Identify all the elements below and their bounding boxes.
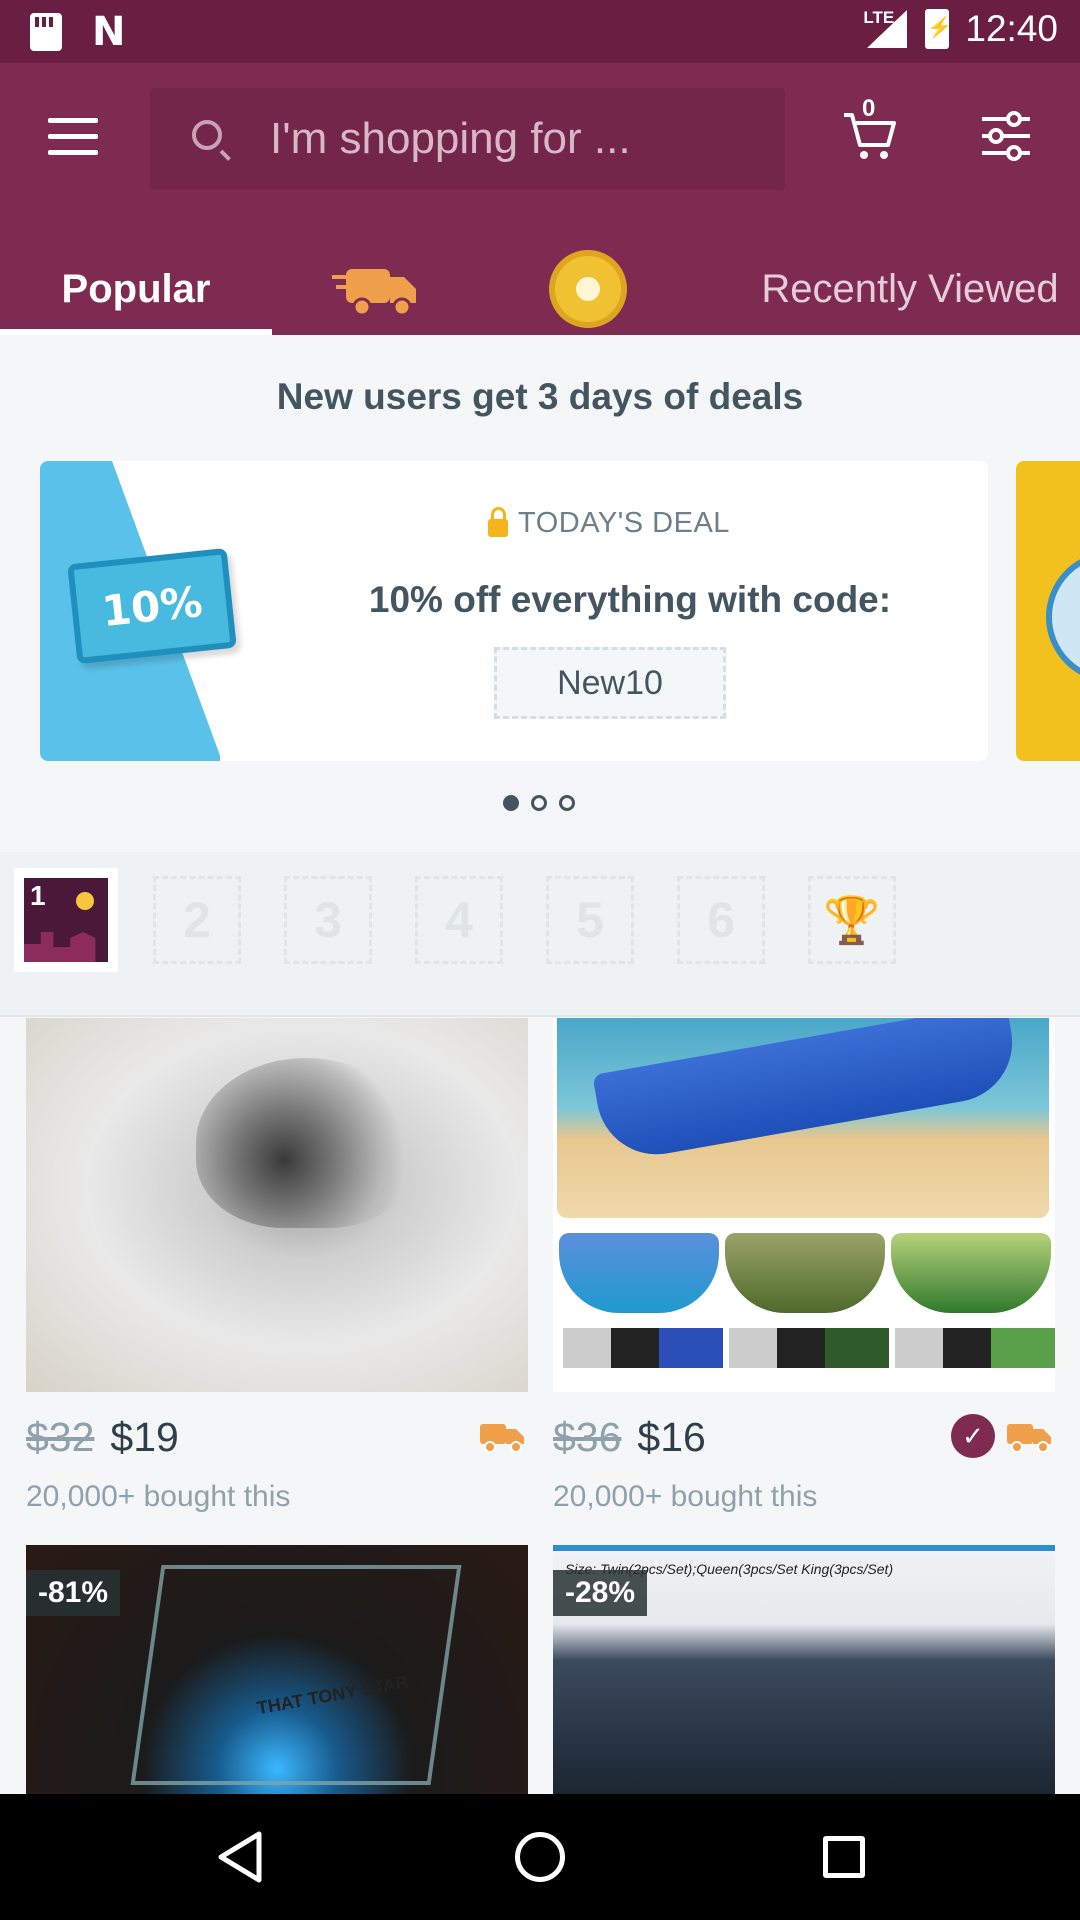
- streak-day: 3: [284, 876, 372, 964]
- product-card[interactable]: THAT TONY STAR -81%: [26, 1545, 528, 1794]
- search-icon: [192, 120, 222, 150]
- streak-day: 2: [153, 876, 241, 964]
- sd-card-icon: [30, 13, 62, 51]
- next-deal-card[interactable]: [1016, 461, 1080, 761]
- product-card[interactable]: $36 $16 ✓ 20,000+ bought this: [553, 1018, 1055, 1518]
- recents-icon: [823, 1836, 865, 1878]
- streak-day: 6: [677, 876, 765, 964]
- coupon-ticket-icon: 10%: [67, 547, 237, 665]
- app-header: 0 Popular Recently Viewed: [0, 63, 1080, 335]
- product-image[interactable]: [553, 1018, 1055, 1392]
- promo-code[interactable]: New10: [494, 647, 726, 719]
- home-button[interactable]: [470, 1794, 610, 1920]
- fast-shipping-truck-icon: [480, 1424, 524, 1453]
- deal-card[interactable]: 10% TODAY'S DEAL 10% off everything with…: [40, 461, 988, 761]
- back-icon: [218, 1831, 262, 1883]
- verified-badge-icon: ✓: [951, 1414, 995, 1458]
- battery-charging-icon: [925, 9, 952, 49]
- carousel-dot[interactable]: [531, 795, 547, 811]
- lock-icon: [488, 506, 508, 537]
- cart-icon[interactable]: 0: [842, 95, 898, 161]
- tab-label: Recently Viewed: [761, 266, 1059, 311]
- discount-badge: -81%: [26, 1570, 121, 1616]
- product-card[interactable]: $32 $19 20,000+ bought this: [26, 1018, 528, 1518]
- coin-icon: [549, 250, 627, 328]
- sale-price: $19: [110, 1414, 179, 1460]
- filter-icon[interactable]: [980, 111, 1032, 161]
- status-bar: N LTE 12:40: [0, 0, 1080, 63]
- fast-shipping-truck-icon: [1007, 1424, 1051, 1453]
- deals-title: New users get 3 days of deals: [276, 376, 804, 417]
- streak-day-current[interactable]: 1: [14, 868, 118, 972]
- streak-day-trophy: 🏆: [808, 876, 896, 964]
- lte-signal-icon: LTE: [861, 8, 909, 50]
- product-image[interactable]: [26, 1018, 528, 1392]
- original-price: $36: [553, 1414, 622, 1460]
- deal-tag: TODAY'S DEAL: [488, 506, 730, 540]
- home-icon: [515, 1832, 565, 1882]
- sale-price: $16: [637, 1414, 706, 1460]
- streak-day: 4: [415, 876, 503, 964]
- tab-popular[interactable]: Popular: [0, 243, 272, 335]
- cart-count: 0: [862, 95, 876, 122]
- n-notification-icon: N: [92, 9, 126, 55]
- purchase-count: 20,000+ bought this: [553, 1480, 818, 1513]
- trophy-icon: 🏆: [823, 893, 881, 946]
- status-time: 12:40: [965, 8, 1058, 49]
- tab-label: Popular: [61, 266, 211, 311]
- system-nav-bar: [0, 1794, 1080, 1920]
- back-button[interactable]: [170, 1794, 310, 1920]
- tab-rewards[interactable]: [530, 243, 646, 335]
- daily-streak: 1 2 3 4 5 6 🏆: [0, 852, 1080, 1017]
- tab-selected-indicator: [0, 329, 272, 335]
- search-input[interactable]: [270, 110, 750, 168]
- product-card[interactable]: Size: Twin(2pcs/Set);Queen(3pcs/Set King…: [553, 1545, 1055, 1794]
- purchase-count: 20,000+ bought this: [26, 1480, 291, 1513]
- recents-button[interactable]: [774, 1794, 914, 1920]
- original-price: $32: [26, 1414, 95, 1460]
- tab-recently-viewed[interactable]: Recently Viewed: [740, 243, 1080, 335]
- carousel-dots: [503, 795, 575, 811]
- search-bar[interactable]: [150, 88, 785, 190]
- deal-headline: 10% off everything with code:: [368, 579, 892, 620]
- carousel-dot[interactable]: [559, 795, 575, 811]
- fast-shipping-truck-icon: [332, 269, 416, 317]
- menu-icon[interactable]: [48, 118, 98, 156]
- carousel-dot[interactable]: [503, 795, 519, 811]
- discount-badge: -28%: [553, 1570, 648, 1616]
- streak-day: 5: [546, 876, 634, 964]
- tab-fast-shipping[interactable]: [322, 243, 432, 335]
